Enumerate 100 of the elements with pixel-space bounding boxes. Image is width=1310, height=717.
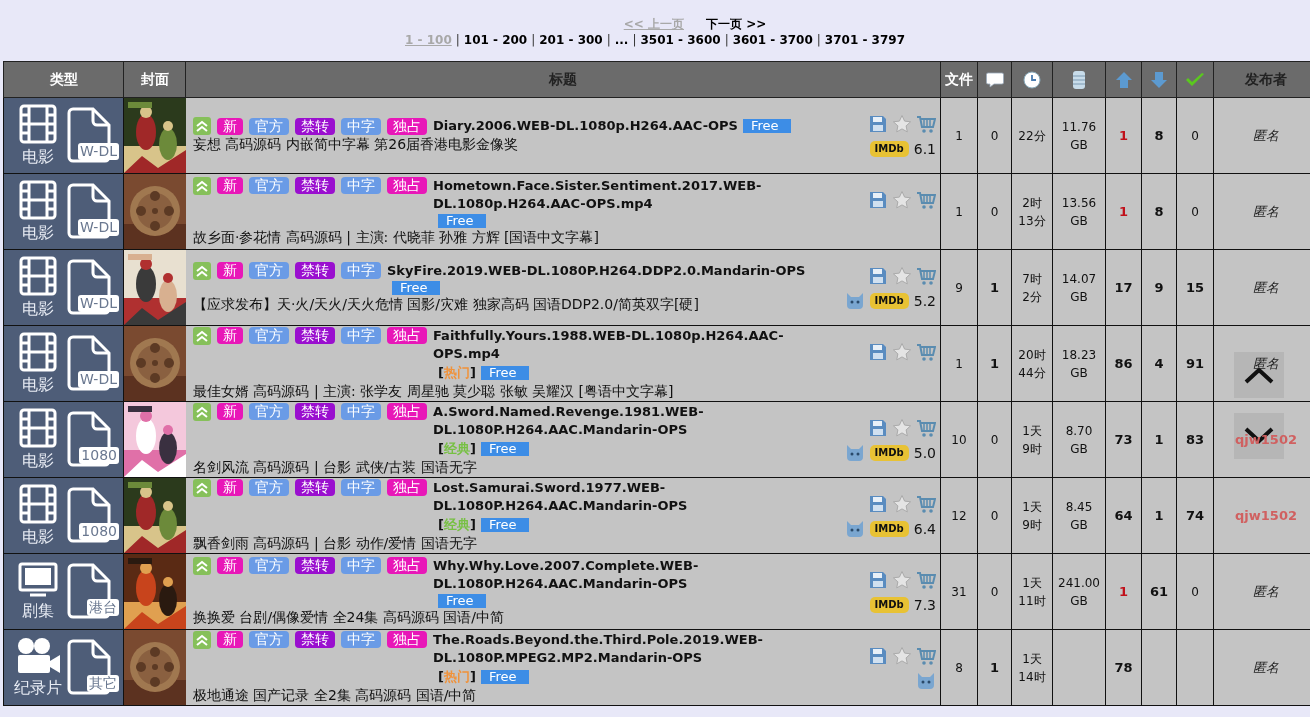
table-cell: 1天 9时 [1011, 477, 1053, 554]
category-cell[interactable]: 纪录片 其它 [3, 629, 124, 706]
page-range-link[interactable]: ... [614, 33, 629, 47]
save-icon[interactable] [868, 341, 888, 362]
status-tag: 中字 [341, 327, 381, 344]
torrent-title-link[interactable]: Faithfully.Yours.1988.WEB-DL.1080p.H264.AAC-OPS.mp4 [433, 326, 843, 363]
cat-face-icon[interactable] [844, 291, 865, 310]
table-cell: 1 [977, 629, 1012, 706]
table-cell: 18.23 GB [1052, 325, 1106, 402]
category-label: 电影 [22, 145, 54, 168]
star-icon[interactable] [892, 493, 912, 514]
imdb-rating: 7.3 [913, 596, 936, 613]
page-range-link[interactable]: 201 - 300 [539, 33, 603, 47]
imdb-badge[interactable]: IMDb [869, 444, 909, 461]
down-arrow-icon[interactable] [1150, 70, 1168, 89]
page-range-link[interactable]: 3701 - 3797 [824, 33, 905, 47]
table-cell: 91 [1176, 325, 1214, 402]
cart-icon[interactable] [916, 645, 936, 666]
cart-icon[interactable] [916, 493, 936, 514]
table-cell: 9 [940, 249, 978, 326]
cart-icon[interactable] [916, 113, 936, 134]
torrent-title-link[interactable]: A.Sword.Named.Revenge.1981.WEB-DL.1080P.H264.AAC.Mandarin-OPS [433, 402, 843, 439]
table-cell: 0 [977, 401, 1012, 478]
table-cell: 9 [1141, 249, 1177, 326]
category-cell[interactable]: 电影 W-DL [3, 173, 124, 250]
category-cell[interactable]: 电影 1080 [3, 401, 124, 478]
imdb-badge[interactable]: IMDb [869, 596, 909, 613]
save-icon[interactable] [868, 493, 888, 514]
format-label: W-DL [78, 294, 119, 312]
imdb-badge[interactable]: IMDb [869, 520, 909, 537]
star-icon[interactable] [892, 189, 912, 210]
status-tag: 官方 [249, 177, 289, 194]
star-icon[interactable] [892, 569, 912, 590]
star-icon[interactable] [892, 645, 912, 666]
status-tag: 中字 [341, 631, 381, 648]
up-arrow-icon[interactable] [1114, 70, 1133, 89]
status-tag: 禁转 [295, 479, 335, 496]
database-icon[interactable] [1072, 69, 1086, 90]
cart-icon[interactable] [916, 189, 936, 210]
torrent-title-link[interactable]: Lost.Samurai.Sword.1977.WEB-DL.1080P.H264.AAC.Mandarin-OPS [433, 478, 843, 515]
cat-face-icon[interactable] [844, 519, 865, 538]
column-header[interactable]: 封面 [123, 61, 186, 98]
table-cell: 61 [1141, 553, 1177, 630]
star-icon[interactable] [892, 113, 912, 134]
save-icon[interactable] [868, 113, 888, 134]
cat-face-icon[interactable] [844, 443, 865, 462]
torrent-title-link[interactable]: Why.Why.Love.2007.Complete.WEB-DL.1080P.H264.AAC.Mandarin-OPS [433, 556, 843, 593]
category-cell[interactable]: 剧集 港台 [3, 553, 124, 630]
column-header[interactable]: 文件 [940, 61, 978, 98]
free-badge: Free [438, 593, 486, 608]
cart-icon[interactable] [916, 265, 936, 286]
film-icon [19, 103, 57, 144]
save-icon[interactable] [868, 417, 888, 438]
uploader-name: 匿名 [1253, 203, 1279, 219]
table-cell: 0 [977, 97, 1012, 174]
cart-icon[interactable] [916, 417, 936, 438]
table-cell: 1天 9时 [1011, 401, 1053, 478]
table-cell: 0 [1176, 97, 1214, 174]
cart-icon[interactable] [916, 569, 936, 590]
checkmark-icon[interactable] [1185, 71, 1205, 88]
category-label: 剧集 [22, 599, 54, 622]
category-cell[interactable]: 电影 W-DL [3, 249, 124, 326]
status-tag: 禁转 [295, 631, 335, 648]
page-range-link[interactable]: 3601 - 3700 [732, 33, 813, 47]
category-cell[interactable]: 电影 W-DL [3, 325, 124, 402]
comment-icon[interactable] [985, 71, 1004, 88]
cat-face-icon[interactable] [916, 671, 936, 690]
torrent-title-link[interactable]: Hometown.Face.Sister.Sentiment.2017.WEB-DL.1080p.H264.AAC-OPS.mp4 [433, 176, 843, 213]
page-range-link[interactable]: 3501 - 3600 [640, 33, 721, 47]
category-label: 电影 [22, 297, 54, 320]
category-cell[interactable]: 电影 1080 [3, 477, 124, 554]
column-header[interactable]: 类型 [3, 61, 124, 98]
category-cell[interactable]: 电影 W-DL [3, 97, 124, 174]
save-icon[interactable] [868, 265, 888, 286]
status-tag: 官方 [249, 557, 289, 574]
page-range-link[interactable]: 101 - 200 [463, 33, 528, 47]
imdb-badge[interactable]: IMDb [869, 292, 909, 309]
table-cell: 1 [1141, 401, 1177, 478]
cart-icon[interactable] [916, 341, 936, 362]
torrent-label: [热门] [438, 667, 476, 686]
film-icon [19, 255, 57, 296]
next-page-link[interactable]: 下一页 >> [706, 16, 767, 32]
save-icon[interactable] [868, 645, 888, 666]
save-icon[interactable] [868, 569, 888, 590]
torrent-title-link[interactable]: Diary.2006.WEB-DL.1080p.H264.AAC-OPS [433, 117, 738, 135]
clock-icon[interactable] [1023, 70, 1041, 89]
star-icon[interactable] [892, 265, 912, 286]
scroll-up-button[interactable] [1234, 352, 1284, 398]
imdb-badge[interactable]: IMDb [869, 140, 909, 157]
table-cell: 1 [1141, 477, 1177, 554]
torrent-title-link[interactable]: The.Roads.Beyond.the.Third.Pole.2019.WEB-DL.1080P.MPEG2.MP2.Mandarin-OPS [433, 630, 843, 667]
star-icon[interactable] [892, 417, 912, 438]
separator: | [632, 33, 637, 47]
format-label: 其它 [87, 674, 119, 692]
save-icon[interactable] [868, 189, 888, 210]
table-cell: 1 [940, 325, 978, 402]
torrent-title-link[interactable]: SkyFire.2019.WEB-DL.1080P.H264.DDP2.0.Mandarin-OPS [387, 261, 806, 280]
star-icon[interactable] [892, 341, 912, 362]
table-cell: 13.56 GB [1052, 173, 1106, 250]
separator: | [724, 33, 729, 47]
